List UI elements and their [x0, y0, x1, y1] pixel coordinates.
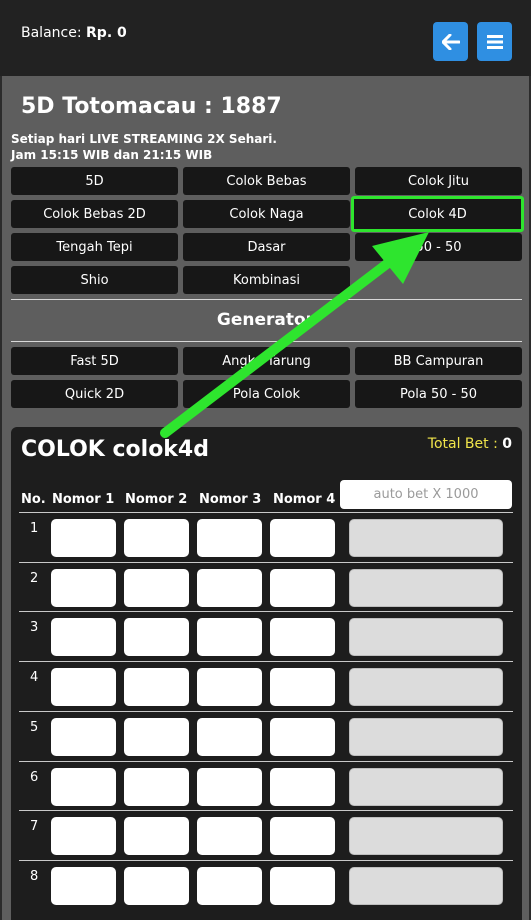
row-number: 8: [30, 868, 39, 884]
nomor-4-input[interactable]: [270, 668, 335, 707]
game-button-dasar[interactable]: Dasar: [183, 233, 350, 261]
game-button-50-50[interactable]: 50 - 50: [355, 233, 522, 261]
column-header-nomor-2: Nomor 2: [125, 492, 188, 507]
row-divider: [19, 512, 513, 513]
nomor-4-input[interactable]: [270, 618, 335, 657]
row-number: 2: [30, 570, 39, 586]
nomor-4-input[interactable]: [270, 817, 335, 856]
total-bet-label: Total Bet :: [427, 436, 498, 452]
back-button[interactable]: [433, 22, 468, 61]
nomor-4-input[interactable]: [270, 519, 335, 557]
menu-button[interactable]: [477, 22, 512, 61]
row-divider: [19, 661, 513, 663]
nomor-2-input[interactable]: [124, 568, 189, 607]
balance-display: Balance: Rp. 0: [21, 25, 127, 41]
nomor-2-input[interactable]: [124, 717, 189, 756]
game-button-colok-jitu[interactable]: Colok Jitu: [355, 167, 522, 195]
balance-value: Rp. 0: [86, 25, 127, 41]
generator-button-bb-campuran[interactable]: BB Campuran: [355, 347, 522, 375]
row-divider: [19, 611, 513, 613]
game-button-colok-4d[interactable]: Colok 4D: [351, 196, 524, 232]
auto-bet-input[interactable]: [340, 480, 512, 509]
nomor-3-input[interactable]: [197, 767, 262, 806]
bet-panel: COLOK colok4d Total Bet : 0 No. Nomor 1 …: [11, 427, 522, 920]
divider-top: [11, 299, 522, 300]
nomor-3-input[interactable]: [197, 717, 262, 756]
generator-button-pola-50-50[interactable]: Pola 50 - 50: [355, 380, 522, 408]
bet-amount-input[interactable]: [349, 618, 503, 657]
game-button-colok-bebas-2d[interactable]: Colok Bebas 2D: [11, 200, 178, 228]
nomor-2-input[interactable]: [124, 767, 189, 806]
row-number: 4: [30, 670, 39, 686]
game-button-colok-bebas[interactable]: Colok Bebas: [183, 167, 350, 195]
game-button-shio[interactable]: Shio: [11, 266, 178, 294]
game-button-colok-naga[interactable]: Colok Naga: [183, 200, 350, 228]
nomor-3-input[interactable]: [197, 668, 262, 707]
row-divider: [19, 760, 513, 762]
column-header-nomor-1: Nomor 1: [52, 492, 115, 507]
market-title: 5D Totomacau : 1887: [21, 94, 282, 119]
total-bet-value: 0: [502, 436, 512, 452]
nomor-3-input[interactable]: [197, 866, 262, 905]
nomor-2-input[interactable]: [124, 668, 189, 707]
nomor-1-input[interactable]: [51, 767, 116, 806]
bet-amount-input[interactable]: [349, 866, 503, 905]
market-info-line1: Setiap hari LIVE STREAMING 2X Sehari.: [11, 132, 277, 146]
market-info-line2: Jam 15:15 WIB dan 21:15 WIB: [11, 148, 213, 162]
bet-amount-input[interactable]: [349, 717, 503, 756]
bet-amount-input[interactable]: [349, 767, 503, 806]
nomor-1-input[interactable]: [51, 568, 116, 607]
top-bar: Balance: Rp. 0: [0, 0, 531, 76]
row-number: 1: [30, 521, 39, 536]
divider-bottom: [11, 341, 522, 342]
row-number: 5: [30, 719, 39, 735]
nomor-2-input[interactable]: [124, 866, 189, 905]
panel-title: COLOK colok4d: [21, 437, 209, 462]
nomor-4-input[interactable]: [270, 767, 335, 806]
nomor-1-input[interactable]: [51, 866, 116, 905]
nomor-2-input[interactable]: [124, 618, 189, 657]
nomor-1-input[interactable]: [51, 817, 116, 856]
nomor-1-input[interactable]: [51, 668, 116, 707]
generator-title: Generator: [216, 310, 315, 330]
bet-amount-input[interactable]: [349, 568, 503, 607]
generator-button-fast-5d[interactable]: Fast 5D: [11, 347, 178, 375]
game-button-tengah-tepi[interactable]: Tengah Tepi: [11, 233, 178, 261]
total-bet: Total Bet : 0: [428, 436, 512, 452]
hamburger-menu-icon: [486, 34, 503, 49]
nomor-2-input[interactable]: [124, 817, 189, 856]
nomor-1-input[interactable]: [51, 717, 116, 756]
nomor-3-input[interactable]: [197, 817, 262, 856]
arrow-left-icon: [441, 33, 460, 50]
nomor-3-input[interactable]: [197, 568, 262, 607]
row-divider: [19, 859, 513, 861]
row-divider: [19, 810, 513, 812]
row-number: 6: [30, 769, 39, 785]
nomor-4-input[interactable]: [270, 866, 335, 905]
generator-button-angka-tarung[interactable]: Angka Tarung: [183, 347, 350, 375]
nomor-4-input[interactable]: [270, 568, 335, 607]
game-button-kombinasi[interactable]: Kombinasi: [183, 266, 350, 294]
column-header-nomor-3: Nomor 3: [199, 492, 262, 507]
market-info: Setiap hari LIVE STREAMING 2X Sehari. Ja…: [11, 131, 277, 163]
game-button-5d[interactable]: 5D: [11, 167, 178, 195]
row-number: 3: [30, 620, 39, 636]
row-number: 7: [30, 819, 39, 835]
generator-button-quick-2d[interactable]: Quick 2D: [11, 380, 178, 408]
column-header-no: No.: [21, 492, 46, 507]
column-header-nomor-4: Nomor 4: [273, 492, 336, 507]
row-divider: [19, 561, 513, 563]
nomor-1-input[interactable]: [51, 519, 116, 557]
nomor-1-input[interactable]: [51, 618, 116, 657]
bet-amount-input[interactable]: [349, 519, 503, 557]
balance-label: Balance:: [21, 25, 82, 41]
generator-button-pola-colok[interactable]: Pola Colok: [183, 380, 350, 408]
nomor-4-input[interactable]: [270, 717, 335, 756]
nomor-3-input[interactable]: [197, 618, 262, 657]
row-divider: [19, 710, 513, 712]
nomor-2-input[interactable]: [124, 519, 189, 557]
nomor-3-input[interactable]: [197, 519, 262, 557]
bet-amount-input[interactable]: [349, 817, 503, 856]
bet-amount-input[interactable]: [349, 668, 503, 707]
